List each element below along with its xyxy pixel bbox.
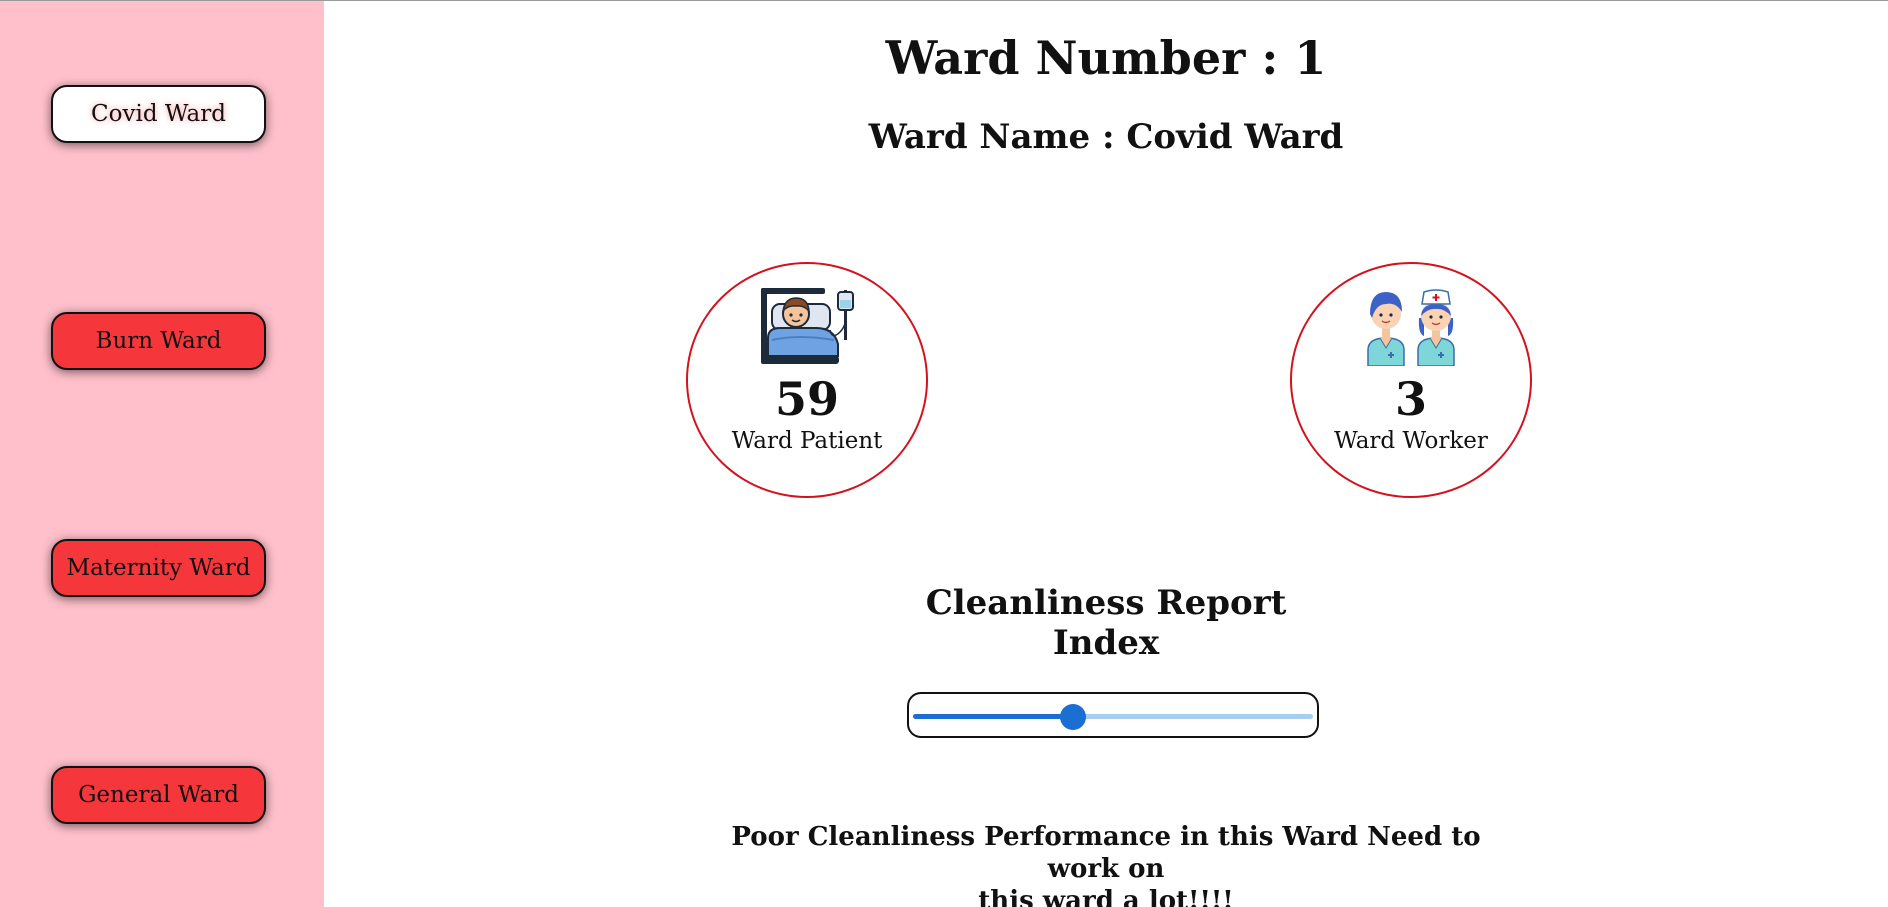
cleanliness-message-line1: Poor Cleanliness Performance in this War… [731,822,1481,884]
cleanliness-message: Poor Cleanliness Performance in this War… [714,821,1498,907]
page: Covid Ward Burn Ward Maternity Ward Gene… [0,0,1888,907]
ward-patient-label: Ward Patient [731,428,883,454]
medical-workers-icon [1367,289,1455,366]
page-title: Ward Number : 1 [885,31,1327,85]
ward-worker-label: Ward Worker [1334,428,1488,454]
cleanliness-slider-thumb[interactable] [1060,704,1086,730]
sidebar: Covid Ward Burn Ward Maternity Ward Gene… [0,1,324,907]
sidebar-item-burn-ward[interactable]: Burn Ward [51,312,266,370]
ward-worker-count: 3 [1394,372,1427,426]
patient-in-bed-icon [761,288,854,364]
ward-patient-card: 59 Ward Patient [686,262,928,498]
cleanliness-message-line2: this ward a lot!!!! [978,886,1234,907]
cleanliness-slider-fill [913,714,1073,719]
main-content: Ward Number : 1 Ward Name : Covid Ward 5… [324,1,1888,907]
sidebar-item-maternity-ward[interactable]: Maternity Ward [51,539,266,597]
sidebar-item-general-ward[interactable]: General Ward [51,766,266,824]
cleanliness-slider-track[interactable] [913,704,1313,730]
cleanliness-slider-container [907,692,1319,738]
ward-name-heading: Ward Name : Covid Ward [868,117,1344,157]
ward-worker-card: 3 Ward Worker [1290,262,1532,498]
sidebar-item-covid-ward[interactable]: Covid Ward [51,85,266,143]
ward-patient-count: 59 [774,372,839,426]
cleanliness-title-line1: Cleanliness Report [925,583,1287,623]
cleanliness-report-heading: Cleanliness Report Index [324,583,1888,663]
cleanliness-title-line2: Index [1052,623,1160,663]
